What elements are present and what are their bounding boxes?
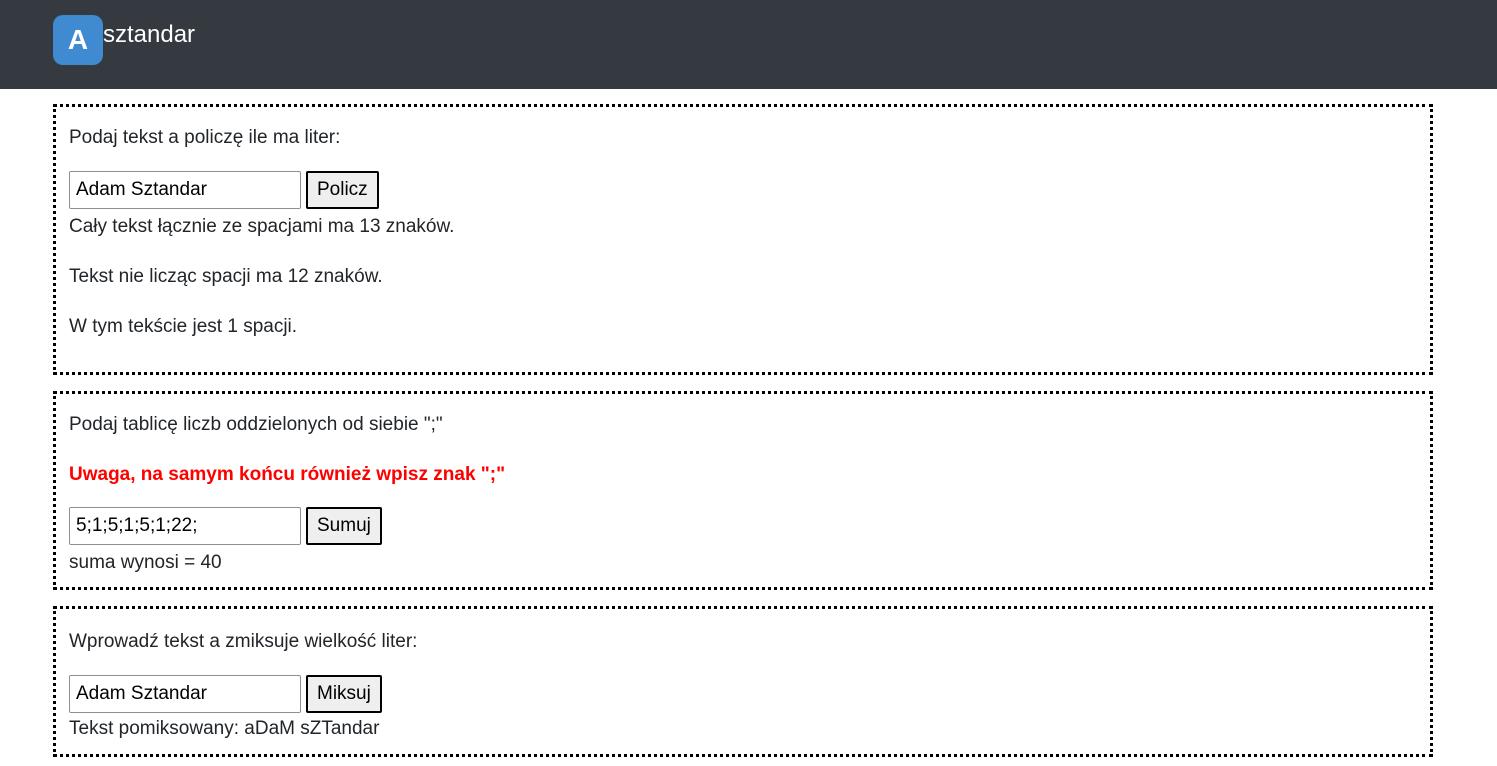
logo-badge[interactable]: A: [53, 15, 103, 65]
sum-warning: Uwaga, na samym końcu również wpisz znak…: [69, 464, 506, 485]
navbar: A sztandar: [0, 0, 1497, 89]
mix-case-section: Wprowadź tekst a zmiksuje wielkość liter…: [53, 606, 1433, 757]
result-chars-no-spaces: Tekst nie licząc spacji ma 12 znaków.: [69, 266, 383, 287]
result-spaces-count: W tym tekście jest 1 spacji.: [69, 316, 298, 337]
sum-section: Podaj tablicę liczb oddzielonych od sieb…: [53, 391, 1433, 590]
sum-button[interactable]: Sumuj: [306, 507, 382, 545]
letter-count-prompt: Podaj tekst a policzę ile ma liter:: [69, 127, 341, 148]
mix-input[interactable]: [69, 675, 301, 713]
letter-count-input[interactable]: [69, 171, 301, 209]
sum-prompt: Podaj tablicę liczb oddzielonych od sieb…: [69, 414, 443, 435]
count-button[interactable]: Policz: [306, 171, 379, 209]
letter-count-section: Podaj tekst a policzę ile ma liter: Poli…: [53, 104, 1433, 375]
mix-prompt: Wprowadź tekst a zmiksuje wielkość liter…: [69, 631, 418, 652]
numbers-input[interactable]: [69, 507, 301, 545]
logo-text[interactable]: sztandar: [103, 20, 195, 50]
sum-result: suma wynosi = 40: [69, 552, 222, 573]
mix-result: Tekst pomiksowany: aDaM sZTandar: [69, 718, 380, 739]
mix-button[interactable]: Miksuj: [306, 675, 382, 713]
result-total-chars: Cały tekst łącznie ze spacjami ma 13 zna…: [69, 216, 455, 237]
